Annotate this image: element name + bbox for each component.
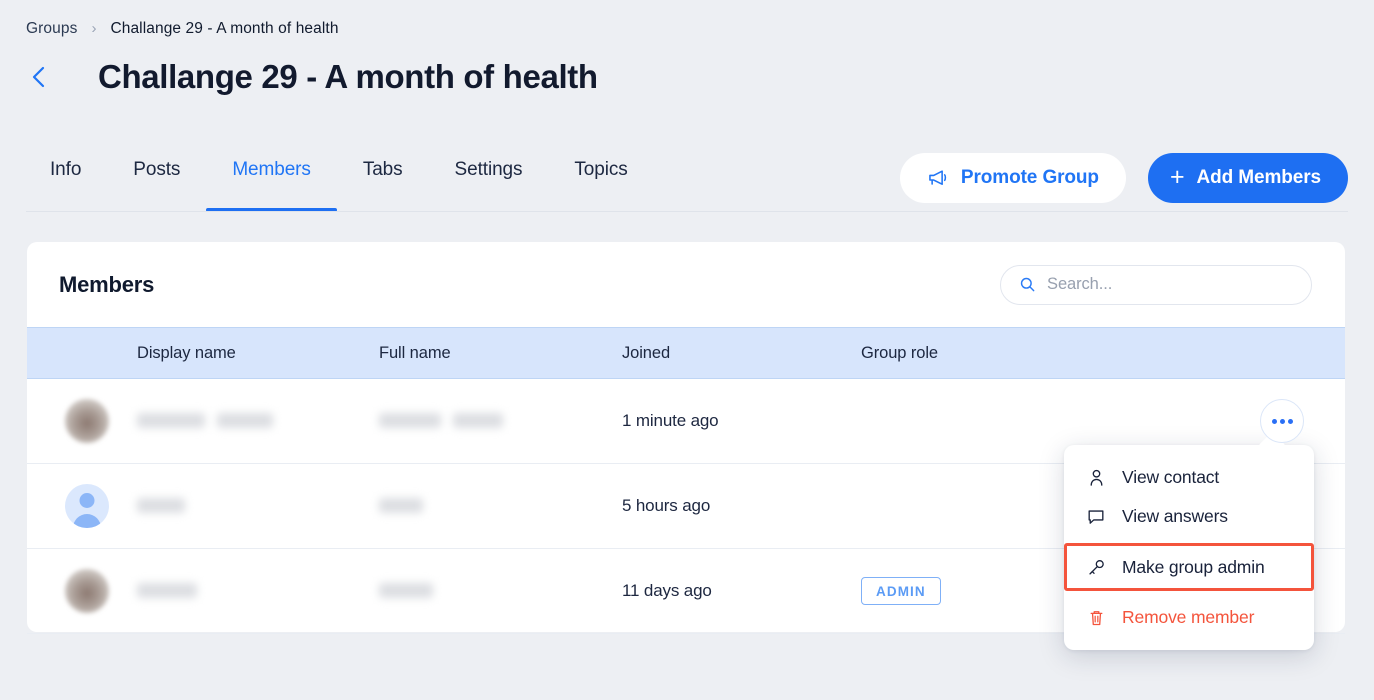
redacted-text [379, 583, 433, 599]
redacted-text [137, 413, 205, 429]
trash-icon [1086, 608, 1106, 628]
tab-info[interactable]: Info [24, 150, 107, 212]
display-name-cell [137, 412, 379, 430]
search-input[interactable] [1047, 275, 1293, 294]
avatar-cell [27, 569, 137, 613]
avatar [65, 484, 109, 528]
search-icon [1020, 277, 1035, 292]
tab-settings[interactable]: Settings [429, 150, 549, 212]
tab-tabs[interactable]: Tabs [337, 150, 429, 212]
avatar [65, 399, 109, 443]
menu-item-label: View answers [1122, 506, 1228, 526]
comment-icon [1086, 507, 1106, 527]
menu-item-label: Remove member [1122, 607, 1255, 627]
joined-cell: 1 minute ago [622, 411, 719, 430]
dot-icon [1271, 418, 1277, 424]
column-header-joined: Joined [622, 343, 671, 362]
joined-cell: 5 hours ago [622, 496, 711, 515]
members-table-header: Display name Full name Joined Group role [27, 327, 1345, 379]
plus-icon: + [1169, 162, 1185, 191]
header-actions: Promote Group + Add Members [899, 153, 1348, 203]
redacted-text [453, 413, 504, 429]
megaphone-icon [929, 170, 947, 186]
breadcrumb-groups-link[interactable]: Groups [26, 20, 77, 38]
add-members-button[interactable]: + Add Members [1147, 153, 1348, 203]
back-button[interactable] [24, 57, 52, 97]
add-members-label: Add Members [1196, 167, 1321, 188]
row-context-menu: View contact View answers Make group adm… [1064, 445, 1314, 650]
dot-icon [1279, 418, 1285, 424]
tab-posts[interactable]: Posts [107, 150, 206, 212]
column-header-full-name: Full name [379, 343, 451, 362]
page-title-row: Challange 29 - A month of health [24, 57, 598, 97]
promote-group-button[interactable]: Promote Group [899, 153, 1126, 203]
full-name-cell [379, 412, 622, 430]
breadcrumb-separator-icon: › [91, 19, 97, 37]
tab-topics[interactable]: Topics [548, 150, 653, 212]
full-name-cell [379, 582, 622, 600]
row-actions-menu-button[interactable] [1260, 399, 1304, 443]
column-header-display-name: Display name [137, 343, 236, 362]
tab-bar: Info Posts Members Tabs Settings Topics … [0, 150, 1374, 212]
menu-item-view-contact[interactable]: View contact [1064, 458, 1314, 497]
avatar [65, 569, 109, 613]
menu-item-label: Make group admin [1122, 556, 1265, 577]
page-title: Challange 29 - A month of health [98, 58, 598, 95]
chevron-left-icon [32, 66, 44, 88]
column-header-group-role: Group role [861, 343, 938, 362]
promote-group-label: Promote Group [960, 167, 1099, 188]
redacted-text [137, 583, 197, 599]
breadcrumb-current: Challange 29 - A month of health [110, 20, 339, 37]
display-name-cell [137, 582, 379, 600]
tab-list: Info Posts Members Tabs Settings Topics [24, 150, 654, 212]
menu-item-remove-member[interactable]: Remove member [1064, 598, 1314, 637]
members-card-title: Members [59, 271, 155, 297]
redacted-text [379, 413, 441, 429]
redacted-text [217, 413, 274, 429]
joined-cell: 11 days ago [622, 581, 712, 600]
members-card-header: Members [27, 242, 1345, 327]
avatar-cell [27, 399, 137, 443]
menu-item-make-group-admin[interactable]: Make group admin [1064, 543, 1314, 591]
redacted-text [137, 498, 185, 514]
search-box[interactable] [1000, 264, 1312, 305]
avatar-cell [27, 484, 137, 528]
key-icon [1086, 557, 1106, 577]
dot-icon [1287, 418, 1293, 424]
menu-item-label: View contact [1122, 467, 1220, 487]
display-name-cell [137, 497, 379, 515]
full-name-cell [379, 497, 622, 515]
person-icon [1086, 468, 1106, 488]
redacted-text [379, 498, 423, 514]
breadcrumb: Groups › Challange 29 - A month of healt… [26, 20, 339, 38]
tab-members[interactable]: Members [206, 150, 338, 212]
status-badge: ADMIN [861, 577, 941, 605]
members-card: Members Display name Full name Joined Gr… [27, 242, 1345, 650]
menu-item-view-answers[interactable]: View answers [1064, 497, 1314, 536]
